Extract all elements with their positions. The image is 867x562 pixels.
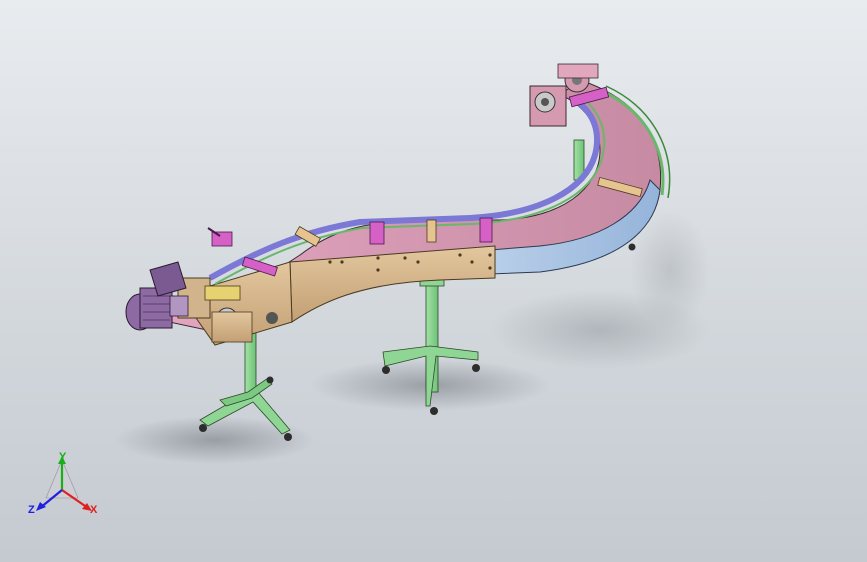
x-axis-label: X [90, 504, 98, 516]
y-axis-label: Y [59, 451, 67, 463]
z-axis-label: Z [28, 504, 35, 516]
axis-triad[interactable] [28, 452, 118, 522]
cad-viewport[interactable]: Y X Z [0, 0, 867, 562]
conveyor-3d-model[interactable] [0, 0, 867, 562]
